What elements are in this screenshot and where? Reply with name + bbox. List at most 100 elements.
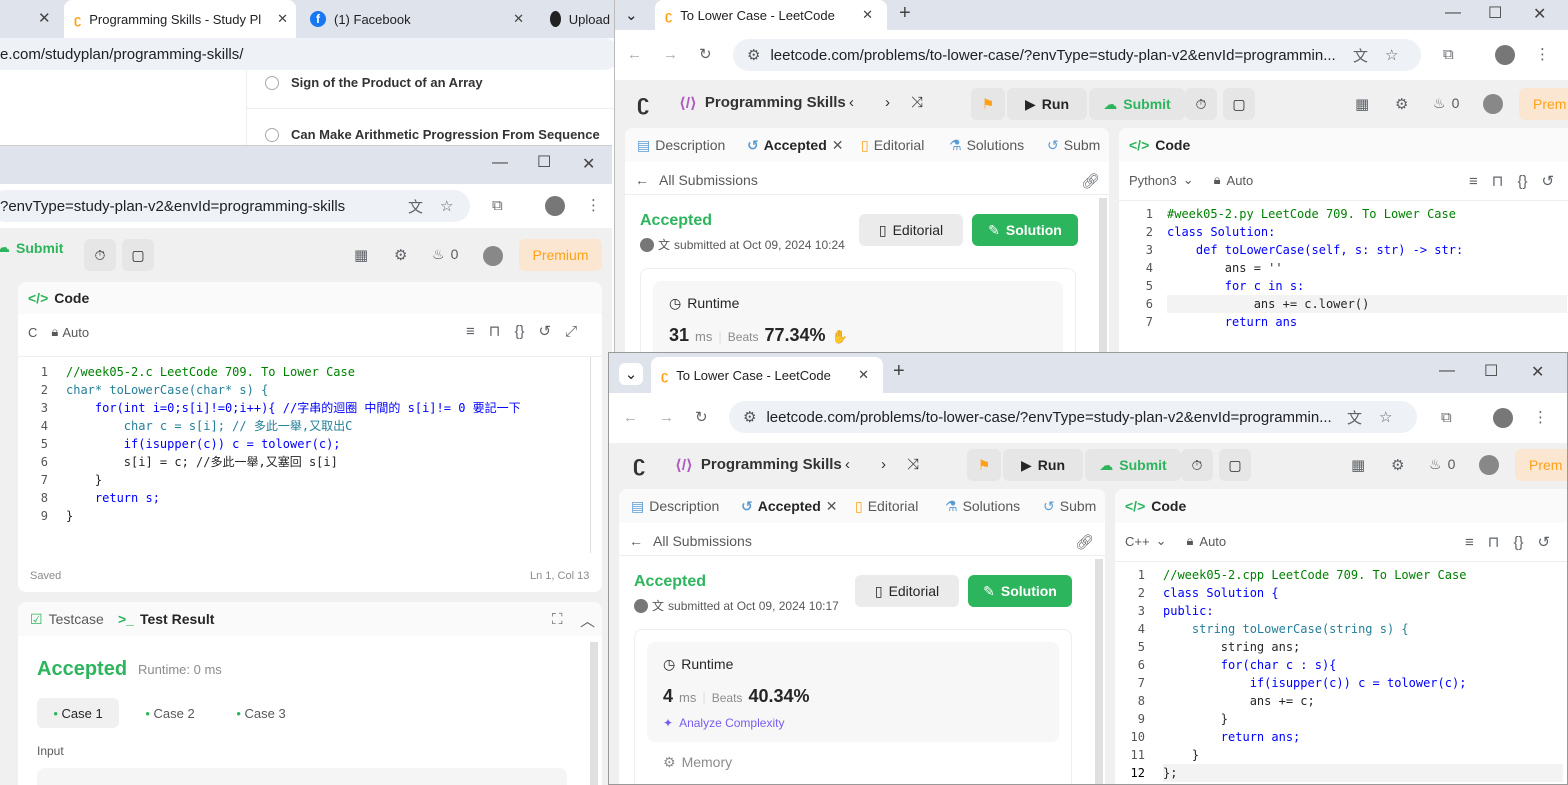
scrollbar[interactable]	[590, 642, 598, 785]
all-submissions-link[interactable]: ← All Submissions	[635, 172, 758, 188]
site-info-icon[interactable]: ⚙	[747, 46, 760, 64]
star-icon[interactable]: ☆	[1385, 46, 1398, 64]
leetcode-logo[interactable]: ʗ	[637, 90, 649, 116]
chevron-down-icon[interactable]: ⌄	[619, 363, 643, 385]
scrollbar[interactable]	[1099, 198, 1107, 352]
reload-icon[interactable]: ↻	[699, 45, 712, 63]
url-field[interactable]: ?envType=study-plan-v2&envId=programming…	[0, 190, 470, 222]
close-icon[interactable]: ✕	[832, 137, 844, 154]
debug-button[interactable]: ⚑	[967, 449, 1001, 481]
note-button[interactable]: ▢	[1223, 88, 1255, 120]
shuffle-icon[interactable]: ⤨	[907, 456, 919, 473]
list-item[interactable]: Sign of the Product of an Array	[265, 75, 483, 90]
run-button[interactable]: ▶ Run	[1003, 449, 1083, 481]
bookmark-icon[interactable]: ⊓	[489, 322, 501, 340]
translate-icon[interactable]: 文	[1353, 45, 1368, 66]
close-tab-icon[interactable]: ✕	[277, 11, 288, 27]
expand-icon[interactable]: ⤢	[565, 322, 577, 340]
site-info-icon[interactable]: ⚙	[743, 408, 756, 426]
maximize-icon[interactable]: ☐	[537, 152, 551, 172]
chevron-up-icon[interactable]: ︿	[580, 610, 595, 631]
close-icon[interactable]: ✕	[1531, 362, 1544, 382]
new-tab-icon[interactable]: +	[893, 360, 905, 383]
translate-icon[interactable]: 文	[1347, 407, 1362, 428]
scrollbar[interactable]	[1095, 559, 1103, 784]
submit-button[interactable]: ☁Submit	[0, 239, 63, 256]
case-1-button[interactable]: • Case 1	[37, 698, 119, 728]
tab-to-lower-case[interactable]: ʗ To Lower Case - LeetCode ✕	[651, 357, 883, 393]
note-button[interactable]: ▢	[122, 239, 154, 271]
tab-submissions[interactable]: ↺ Subm	[1043, 489, 1096, 523]
premium-button[interactable]: Premium	[519, 239, 602, 271]
tab-upload[interactable]: Upload	[540, 0, 620, 38]
avatar[interactable]	[1493, 408, 1513, 428]
avatar[interactable]	[1479, 455, 1499, 475]
new-tab-icon[interactable]: +	[899, 2, 911, 25]
submit-button[interactable]: ☁Submit	[1089, 88, 1185, 120]
close-tab-icon[interactable]: ✕	[862, 7, 873, 23]
editorial-button[interactable]: ▯ Editorial	[855, 575, 959, 607]
close-icon[interactable]: ✕	[826, 498, 838, 515]
bookmark-icon[interactable]: ⊓	[1492, 172, 1504, 190]
tab-to-lower-case[interactable]: ʗ To Lower Case - LeetCode ✕	[655, 0, 887, 30]
close-icon[interactable]: ✕	[582, 154, 595, 174]
submit-button[interactable]: ☁Submit	[1085, 449, 1181, 481]
back-icon[interactable]: ←	[623, 409, 638, 426]
close-tab-icon[interactable]: ✕	[513, 11, 524, 27]
settings-icon[interactable]: ⚙	[1395, 95, 1408, 113]
close-tab-icon[interactable]: ✕	[858, 367, 869, 383]
extensions-icon[interactable]: ⧉	[1441, 409, 1452, 426]
tab-description[interactable]: ▤ Description	[631, 489, 719, 523]
streak-counter[interactable]: ♨ 0	[1429, 456, 1455, 473]
streak-counter[interactable]: ♨ 0	[432, 246, 458, 263]
chevron-right-icon[interactable]: ›	[885, 94, 890, 111]
case-2-button[interactable]: • Case 2	[130, 698, 210, 728]
tab-submissions[interactable]: ↺ Subm	[1047, 128, 1100, 162]
url-field[interactable]: e.com/studyplan/programming-skills/	[0, 38, 620, 70]
braces-icon[interactable]: {}	[1517, 172, 1527, 190]
url-field[interactable]: ⚙ leetcode.com/problems/to-lower-case/?e…	[729, 401, 1417, 433]
minimize-icon[interactable]: —	[1439, 362, 1455, 380]
close-icon[interactable]: ✕	[1533, 4, 1546, 24]
chevron-down-icon[interactable]: ⌄	[625, 6, 638, 24]
debug-button[interactable]: ⚑	[971, 88, 1005, 120]
reset-icon[interactable]: ↺	[1542, 172, 1555, 190]
premium-button[interactable]: Prem	[1519, 88, 1568, 120]
close-tab-icon[interactable]: ✕	[38, 9, 51, 27]
tab-testcase[interactable]: ☑ Testcase	[30, 611, 104, 628]
tab-programming-skills[interactable]: ʗ Programming Skills - Study Pl ✕	[64, 0, 296, 38]
tab-description[interactable]: ▤ Description	[637, 128, 725, 162]
code-editor[interactable]: 123456789 //week05-2.c LeetCode 709. To …	[18, 356, 602, 556]
reset-icon[interactable]: ↺	[1538, 533, 1551, 551]
link-icon[interactable]: 🔗︎	[1075, 533, 1094, 551]
solution-button[interactable]: ✎ Solution	[968, 575, 1072, 607]
language-select[interactable]: C	[28, 325, 37, 340]
forward-icon[interactable]: →	[659, 409, 674, 426]
menu-icon[interactable]: ⋮	[1533, 408, 1548, 426]
tab-accepted[interactable]: ↺ Accepted ✕	[747, 128, 844, 162]
reload-icon[interactable]: ↻	[695, 408, 708, 426]
avatar[interactable]	[1495, 45, 1515, 65]
study-plan-link[interactable]: ⟨/⟩ Programming Skills	[675, 456, 842, 474]
all-submissions-link[interactable]: ← All Submissions	[629, 533, 752, 549]
minimize-icon[interactable]: —	[1445, 4, 1461, 22]
maximize-icon[interactable]: ☐	[1488, 3, 1502, 23]
bookmark-icon[interactable]: ⊓	[1488, 533, 1500, 551]
reset-icon[interactable]: ↺	[539, 322, 552, 340]
layout-icon[interactable]: ▦	[1355, 95, 1369, 113]
case-3-button[interactable]: • Case 3	[221, 698, 301, 728]
expand-icon[interactable]: ⛶	[552, 611, 563, 628]
minimize-icon[interactable]: —	[492, 154, 508, 172]
forward-icon[interactable]: →	[663, 46, 678, 63]
url-field[interactable]: ⚙ leetcode.com/problems/to-lower-case/?e…	[733, 39, 1421, 71]
layout-icon[interactable]: ▦	[354, 246, 368, 264]
braces-icon[interactable]: {}	[514, 322, 524, 340]
extensions-icon[interactable]: ⧉	[1443, 46, 1454, 63]
menu-icon[interactable]: ⋮	[586, 196, 601, 214]
study-plan-link[interactable]: ⟨/⟩ Programming Skills	[679, 94, 846, 112]
tab-test-result[interactable]: >_ Test Result	[118, 611, 214, 627]
star-icon[interactable]: ☆	[1379, 408, 1392, 426]
code-editor[interactable]: 1234567 #week05-2.py LeetCode 709. To Lo…	[1119, 200, 1568, 352]
timer-button[interactable]: ⏱	[1185, 88, 1217, 120]
chevron-right-icon[interactable]: ›	[881, 456, 886, 473]
